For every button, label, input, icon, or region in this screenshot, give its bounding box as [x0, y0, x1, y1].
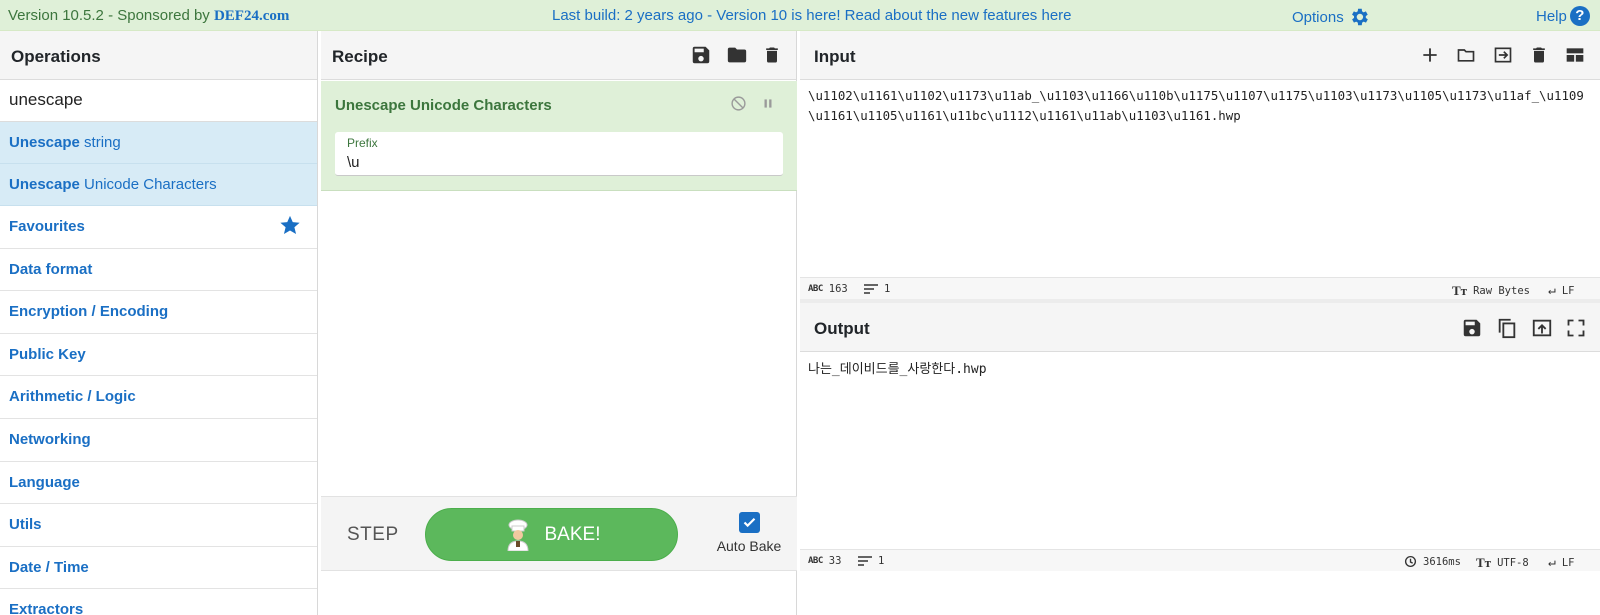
- folder-icon[interactable]: [726, 44, 748, 66]
- result-match: Unescape: [9, 176, 80, 193]
- bake-button[interactable]: BAKE!: [425, 508, 678, 561]
- output-lines: 1: [858, 555, 884, 567]
- trash-icon[interactable]: [1529, 45, 1549, 65]
- input-title: Input: [814, 47, 856, 66]
- trash-icon[interactable]: [762, 44, 782, 66]
- plus-icon[interactable]: [1420, 45, 1440, 65]
- operations-panel: Operations unescape Unescape string Unes…: [0, 31, 318, 615]
- recipe-operation[interactable]: Unescape Unicode Characters Prefix \u: [321, 81, 797, 191]
- help-label: Help: [1536, 7, 1567, 25]
- lines-icon: [864, 284, 878, 294]
- result-rest: string: [79, 134, 121, 151]
- abc-icon: ABC: [808, 556, 823, 566]
- question-icon: ?: [1569, 6, 1590, 26]
- version-info: Version 10.5.2 - Sponsored by DEF24.com: [8, 7, 289, 25]
- output-encoding-button[interactable]: Tт UTF-8: [1476, 555, 1529, 571]
- category-language[interactable]: Language: [0, 461, 317, 505]
- prefix-label: Prefix: [347, 136, 378, 150]
- lines-icon: [858, 556, 872, 566]
- input-textarea[interactable]: \u1102\u1161\u1102\u1173\u11ab_\u1103\u1…: [808, 86, 1598, 126]
- clock-icon: [1404, 555, 1417, 568]
- operations-search-input[interactable]: unescape: [0, 80, 317, 122]
- category-utils[interactable]: Utils: [0, 504, 317, 547]
- output-eol-button[interactable]: ↵ LF: [1548, 555, 1574, 570]
- top-banner: Version 10.5.2 - Sponsored by DEF24.com …: [0, 0, 1600, 31]
- io-panel: Input \u1102\u1161\u1102\u1173\u11ab_\u1…: [800, 31, 1600, 615]
- return-icon: ↵: [1548, 555, 1556, 570]
- star-icon[interactable]: [279, 214, 301, 236]
- category-data-format[interactable]: Data format: [0, 248, 317, 292]
- options-label: Options: [1292, 8, 1344, 26]
- category-encryption-encoding[interactable]: Encryption / Encoding: [0, 291, 317, 334]
- return-icon: ↵: [1548, 283, 1556, 298]
- output-length: ABC 33: [808, 555, 842, 567]
- output-textarea[interactable]: 나는_데이비드를_사랑한다.hwp: [808, 360, 1598, 380]
- bake-controls: STEP BAKE! Auto Bake: [321, 496, 797, 571]
- category-networking[interactable]: Networking: [0, 418, 317, 462]
- save-icon[interactable]: [1461, 317, 1483, 339]
- fullscreen-icon[interactable]: [1566, 317, 1586, 339]
- layout-icon[interactable]: [1564, 45, 1586, 65]
- output-title: Output: [814, 319, 870, 338]
- search-result-unescape-string[interactable]: Unescape string: [0, 122, 317, 164]
- options-button[interactable]: Options: [1292, 6, 1370, 28]
- result-rest: Unicode Characters: [79, 176, 217, 193]
- auto-bake-label: Auto Bake: [716, 538, 782, 554]
- category-extractors[interactable]: Extractors: [0, 589, 317, 615]
- operation-controls: [730, 95, 775, 112]
- category-public-key[interactable]: Public Key: [0, 333, 317, 377]
- text-format-icon: Tт: [1476, 555, 1492, 570]
- copy-icon[interactable]: [1496, 317, 1518, 339]
- save-icon[interactable]: [690, 44, 712, 66]
- input-length: ABC 163: [808, 283, 848, 295]
- recipe-panel: Recipe Unescape Unicode Characters Prefi…: [321, 31, 797, 615]
- input-to-file-icon[interactable]: [1492, 45, 1514, 65]
- input-status-bar: ABC 163 1 Tт Raw Bytes ↵ LF: [800, 277, 1600, 299]
- recipe-toolbar: [690, 44, 782, 66]
- input-header: Input: [800, 31, 1600, 80]
- category-label: Favourites: [9, 218, 85, 235]
- disable-icon[interactable]: [730, 95, 747, 112]
- pause-icon[interactable]: [761, 95, 775, 112]
- replace-input-icon[interactable]: [1531, 317, 1553, 339]
- input-encoding-button[interactable]: Tт Raw Bytes: [1452, 283, 1530, 299]
- folder-icon[interactable]: [1455, 45, 1477, 65]
- chef-icon: [506, 519, 529, 551]
- text-format-icon: Tт: [1452, 283, 1468, 298]
- result-match: Unescape: [9, 134, 80, 151]
- auto-bake-checkbox[interactable]: [738, 512, 760, 533]
- operations-title: Operations: [0, 31, 317, 80]
- output-header: Output: [800, 303, 1600, 352]
- category-date-time[interactable]: Date / Time: [0, 546, 317, 590]
- step-button[interactable]: STEP: [347, 524, 399, 546]
- input-eol-button[interactable]: ↵ LF: [1548, 283, 1574, 298]
- prefix-value[interactable]: \u: [347, 154, 360, 171]
- input-toolbar: [1420, 45, 1586, 65]
- bake-time: 3616ms: [1404, 555, 1461, 568]
- recipe-header: Recipe: [321, 31, 796, 80]
- checkmark-icon: [743, 517, 755, 528]
- help-button[interactable]: Help ?: [1536, 6, 1590, 26]
- build-notice-link[interactable]: Last build: 2 years ago - Version 10 is …: [552, 7, 1072, 24]
- version-text: Version 10.5.2 - Sponsored by: [8, 7, 214, 24]
- prefix-field[interactable]: Prefix \u: [335, 132, 783, 176]
- category-favourites[interactable]: Favourites: [0, 206, 317, 249]
- auto-bake-toggle[interactable]: Auto Bake: [701, 512, 797, 554]
- sponsor-link[interactable]: DEF24.com: [214, 8, 289, 24]
- output-status-bar: ABC 33 1 3616ms Tт UTF-8 ↵ LF: [800, 549, 1600, 571]
- bake-label: BAKE!: [544, 523, 601, 545]
- output-toolbar: [1461, 317, 1586, 339]
- operation-name: Unescape Unicode Characters: [335, 97, 552, 114]
- output-footer-area: [800, 571, 1600, 615]
- input-lines: 1: [864, 283, 890, 295]
- search-result-unescape-unicode[interactable]: Unescape Unicode Characters: [0, 164, 317, 206]
- gear-icon: [1351, 8, 1368, 26]
- recipe-title: Recipe: [332, 47, 388, 66]
- abc-icon: ABC: [808, 284, 823, 294]
- category-arithmetic-logic[interactable]: Arithmetic / Logic: [0, 376, 317, 419]
